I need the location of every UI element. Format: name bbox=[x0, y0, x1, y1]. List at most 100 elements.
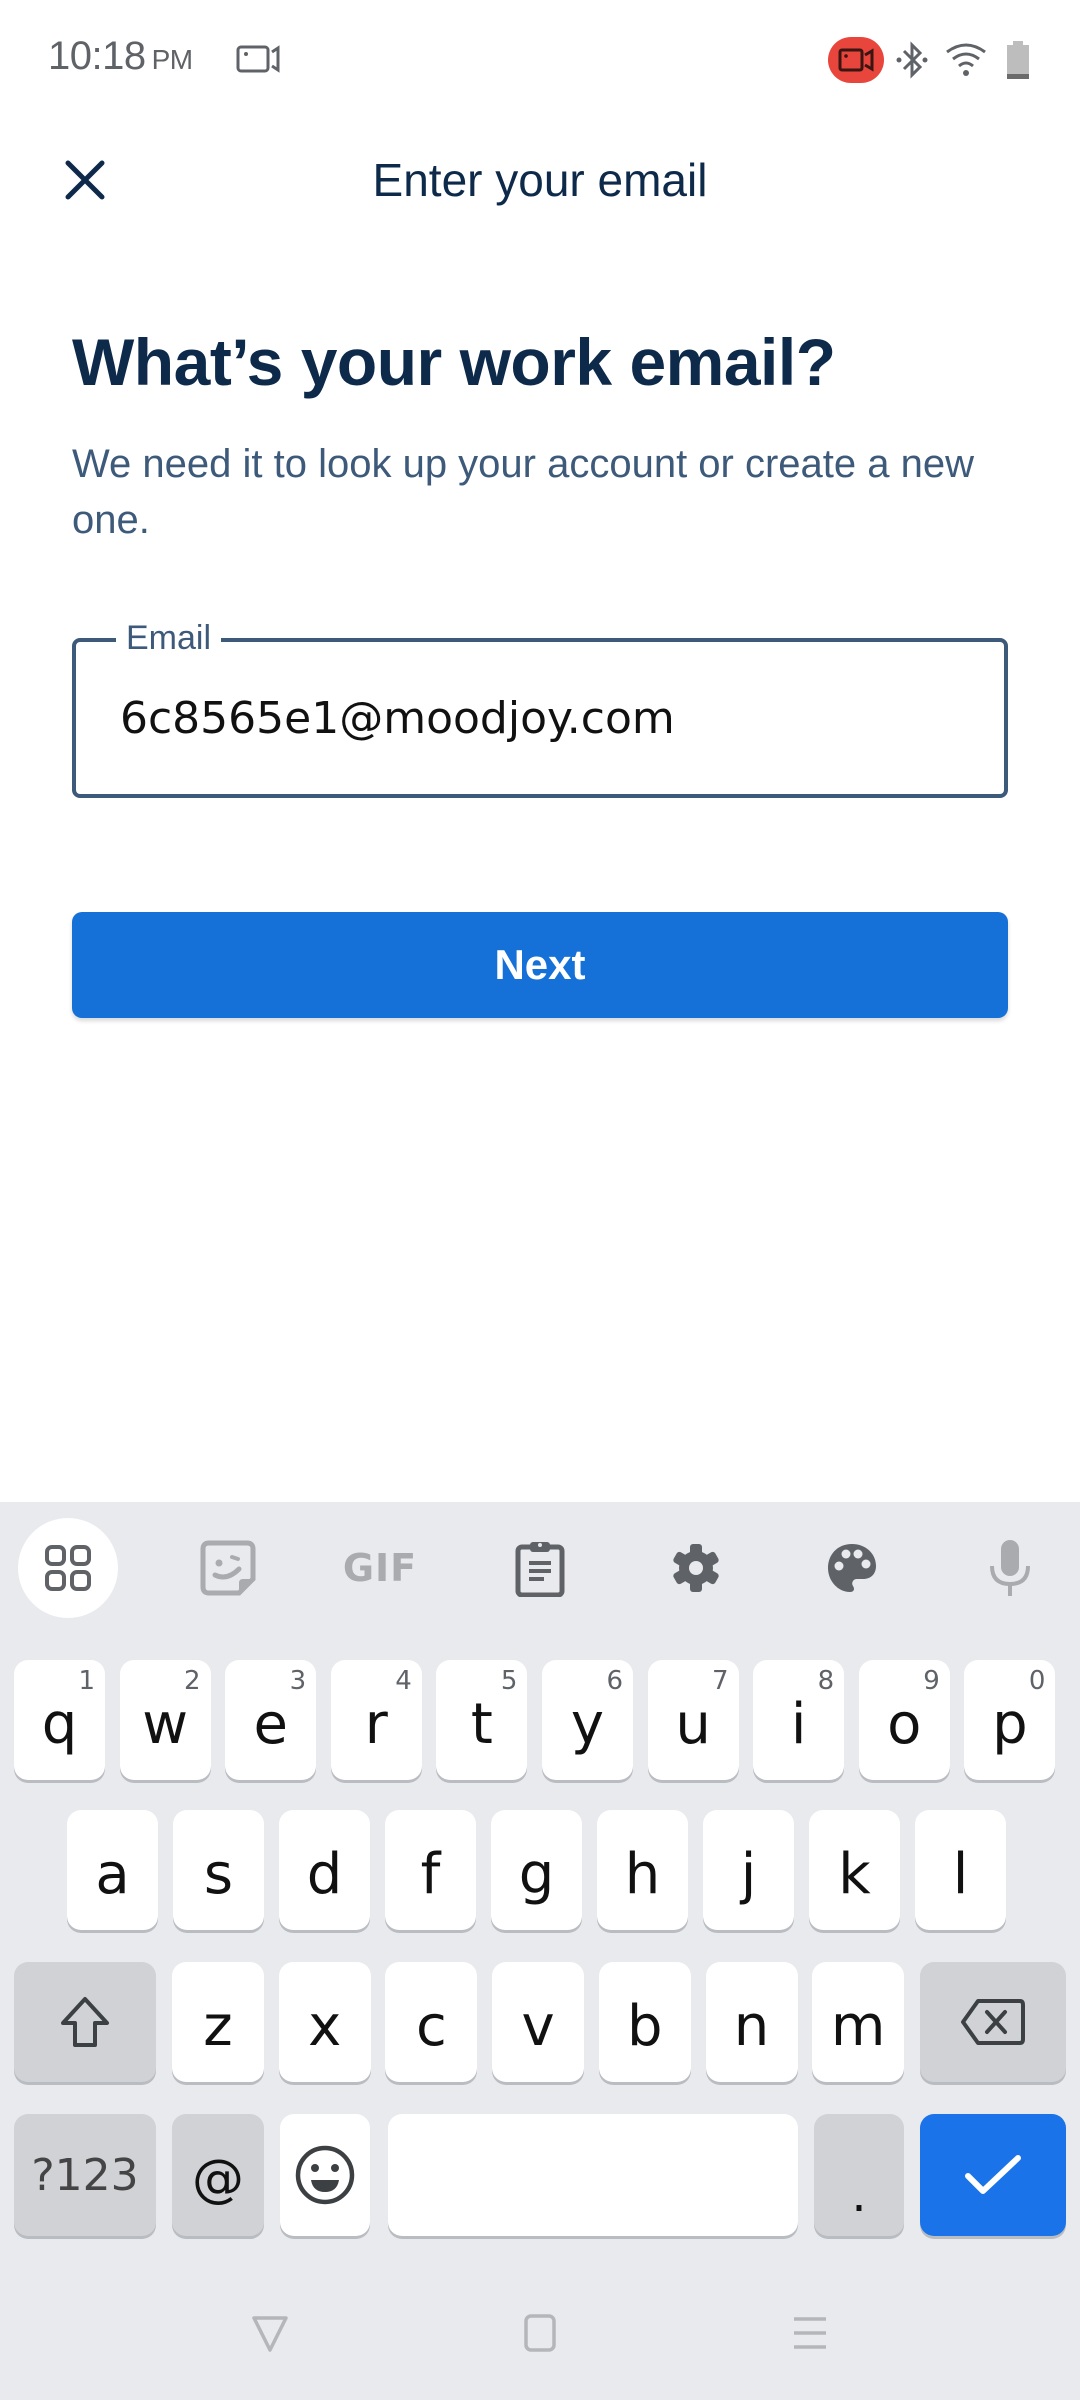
key-m[interactable]: m bbox=[812, 1962, 905, 2082]
key-label: o bbox=[887, 1691, 922, 1757]
checkmark-icon bbox=[965, 2155, 1021, 2194]
symbols-key[interactable]: ?123 bbox=[14, 2114, 156, 2236]
period-key-label: . bbox=[851, 2167, 867, 2223]
close-button[interactable] bbox=[50, 150, 120, 210]
key-label: m bbox=[830, 1993, 886, 2059]
key-label: b bbox=[627, 1993, 663, 2059]
sticker-icon bbox=[200, 1540, 256, 1596]
backspace-key[interactable] bbox=[920, 1962, 1066, 2082]
key-label: p bbox=[992, 1691, 1028, 1757]
key-label: e bbox=[253, 1691, 288, 1757]
key-hint: 3 bbox=[289, 1666, 307, 1696]
key-label: d bbox=[306, 1841, 343, 1907]
key-e[interactable]: 3e bbox=[225, 1660, 317, 1780]
key-label: t bbox=[470, 1691, 493, 1757]
microphone-icon bbox=[990, 1540, 1030, 1596]
key-hint: 7 bbox=[712, 1666, 729, 1696]
sticker-button[interactable] bbox=[178, 1518, 278, 1618]
key-label: a bbox=[95, 1841, 130, 1907]
key-n[interactable]: n bbox=[705, 1962, 798, 2082]
email-label: Email bbox=[116, 616, 222, 660]
at-key-label: @ bbox=[192, 2149, 244, 2209]
key-s[interactable]: s bbox=[173, 1810, 264, 1930]
key-label: g bbox=[518, 1841, 555, 1907]
key-v[interactable]: v bbox=[492, 1962, 585, 2082]
key-j[interactable]: j bbox=[703, 1810, 794, 1930]
apps-grid-button[interactable] bbox=[18, 1518, 118, 1618]
back-triangle-icon bbox=[252, 2316, 288, 2352]
key-t[interactable]: 5t bbox=[436, 1660, 528, 1780]
key-c[interactable]: c bbox=[385, 1962, 478, 2082]
key-y[interactable]: 6y bbox=[542, 1660, 633, 1780]
key-i[interactable]: 8i bbox=[753, 1660, 845, 1780]
key-label: f bbox=[420, 1841, 441, 1907]
status-ampm: PM bbox=[151, 44, 194, 75]
screen-record-icon bbox=[236, 45, 280, 73]
wifi-icon bbox=[946, 43, 986, 76]
key-l[interactable]: l bbox=[915, 1810, 1006, 1930]
key-u[interactable]: 7u bbox=[647, 1660, 739, 1780]
enter-key[interactable] bbox=[920, 2114, 1066, 2236]
clipboard-icon bbox=[515, 1542, 565, 1597]
nav-back-button[interactable] bbox=[230, 2300, 310, 2366]
gif-button[interactable]: GIF bbox=[330, 1518, 430, 1618]
camera-recording-icon bbox=[828, 37, 884, 83]
key-label: q bbox=[41, 1691, 78, 1757]
key-label: x bbox=[308, 1993, 342, 2059]
key-w[interactable]: 2w bbox=[119, 1660, 211, 1780]
space-key[interactable] bbox=[388, 2114, 798, 2236]
key-label: l bbox=[952, 1841, 969, 1907]
key-g[interactable]: g bbox=[491, 1810, 582, 1930]
battery-icon bbox=[1007, 41, 1029, 79]
clipboard-button[interactable] bbox=[490, 1518, 590, 1618]
nav-home-button[interactable] bbox=[500, 2300, 580, 2366]
apps-grid-icon bbox=[45, 1545, 91, 1591]
at-key[interactable]: @ bbox=[172, 2114, 264, 2236]
key-label: r bbox=[364, 1691, 388, 1757]
recents-menu-icon bbox=[794, 2317, 826, 2349]
keyboard-toolbar: GIF bbox=[0, 1502, 1080, 1642]
key-hint: 8 bbox=[817, 1666, 835, 1696]
key-r[interactable]: 4r bbox=[330, 1660, 422, 1780]
home-square-icon bbox=[524, 2314, 556, 2352]
key-label: v bbox=[521, 1993, 555, 2059]
email-input[interactable] bbox=[120, 686, 980, 750]
status-bar: 10:18 PM bbox=[0, 0, 1080, 120]
key-f[interactable]: f bbox=[385, 1810, 476, 1930]
key-label: c bbox=[415, 1993, 447, 2059]
key-hint: 1 bbox=[78, 1666, 95, 1696]
theme-button[interactable] bbox=[802, 1518, 902, 1618]
key-q[interactable]: 1q bbox=[14, 1660, 105, 1780]
key-o[interactable]: 9o bbox=[858, 1660, 950, 1780]
key-p[interactable]: 0p bbox=[964, 1660, 1056, 1780]
emoji-key[interactable] bbox=[280, 2114, 370, 2236]
status-time: 10:18 PM bbox=[48, 34, 193, 79]
key-h[interactable]: h bbox=[597, 1810, 688, 1930]
key-k[interactable]: k bbox=[809, 1810, 900, 1930]
page-title: Enter your email bbox=[372, 154, 708, 206]
key-x[interactable]: x bbox=[278, 1962, 371, 2082]
key-label: h bbox=[624, 1841, 661, 1907]
key-hint: 6 bbox=[606, 1666, 623, 1696]
key-d[interactable]: d bbox=[279, 1810, 370, 1930]
key-hint: 4 bbox=[395, 1666, 412, 1696]
key-label: k bbox=[838, 1841, 871, 1907]
symbols-key-label: ?123 bbox=[31, 2149, 139, 2201]
voice-input-button[interactable] bbox=[960, 1518, 1060, 1618]
shift-key[interactable] bbox=[14, 1962, 156, 2082]
settings-button[interactable] bbox=[646, 1518, 746, 1618]
heading: What’s your work email? bbox=[72, 325, 836, 399]
nav-recents-button[interactable] bbox=[770, 2300, 850, 2366]
key-hint: 2 bbox=[184, 1666, 201, 1696]
key-b[interactable]: b bbox=[598, 1962, 691, 2082]
key-hint: 5 bbox=[500, 1666, 518, 1696]
period-key[interactable]: . bbox=[814, 2114, 904, 2236]
key-z[interactable]: z bbox=[172, 1962, 264, 2082]
key-a[interactable]: a bbox=[67, 1810, 158, 1930]
key-label: w bbox=[142, 1691, 188, 1757]
email-field[interactable]: Email bbox=[72, 616, 1008, 798]
next-button[interactable]: Next bbox=[72, 912, 1008, 1018]
backspace-icon bbox=[961, 1999, 1025, 2045]
settings-gear-icon bbox=[673, 1544, 719, 1592]
key-hint: 9 bbox=[923, 1666, 940, 1696]
